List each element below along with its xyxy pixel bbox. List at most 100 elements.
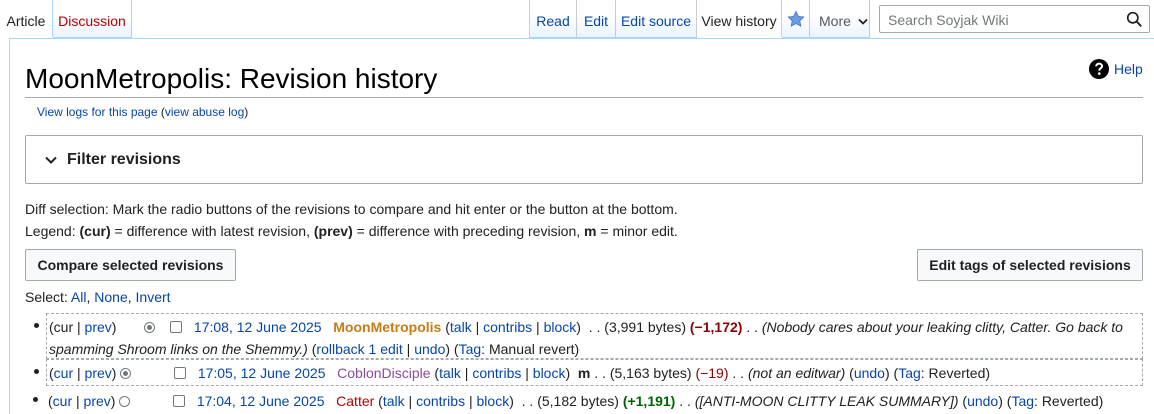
page-title: MoonMetropolis: Revision history (25, 63, 438, 94)
search-input[interactable] (886, 9, 1125, 31)
revision-timestamp-link[interactable]: 17:05, 12 June 2025 (198, 365, 326, 381)
legend-prev-desc: = difference with preceding revision, (352, 223, 585, 239)
undo-link[interactable]: undo (854, 365, 885, 381)
tag-label-link[interactable]: Tag (1011, 393, 1034, 409)
tag-label-link[interactable]: Tag (898, 365, 921, 381)
sep: , (127, 289, 136, 305)
minor-edit-marker: m (577, 365, 591, 381)
revision-timestamp-link[interactable]: 17:04, 12 June 2025 (197, 393, 325, 409)
tag-value: Manual revert (488, 341, 575, 357)
edit-tags-button[interactable]: Edit tags of selected revisions (917, 249, 1143, 281)
watch-star-button[interactable] (782, 0, 810, 37)
tab-article-label: Article (6, 13, 46, 29)
user-contribs-link[interactable]: contribs (483, 319, 532, 335)
cur-link[interactable]: cur (53, 393, 72, 409)
view-abuse-log-link[interactable]: view abuse log (165, 105, 244, 119)
edit-summary: (not an editwar) (747, 365, 846, 381)
legend-prev: (prev) (313, 223, 353, 239)
legend-prefix: Legend: (25, 223, 80, 239)
legend-cur: (cur) (79, 223, 111, 239)
size-diff: (+1,191) (622, 393, 676, 409)
new-revision-radio[interactable] (120, 368, 132, 379)
logs-line: View logs for this page (view abuse log) (37, 105, 248, 119)
size-diff: (−1,172) (689, 319, 743, 335)
help-label: Help (1114, 61, 1143, 77)
user-talk-link[interactable]: talk (439, 365, 461, 381)
size-diff: (−19) (695, 365, 729, 381)
user-link[interactable]: CoblonDisciple (337, 365, 430, 381)
user-contribs-link[interactable]: contribs (472, 365, 521, 381)
revision-timestamp-link[interactable]: 17:08, 12 June 2025 (194, 319, 322, 335)
user-talk-link[interactable]: talk (383, 393, 405, 409)
prev-link[interactable]: prev (85, 319, 112, 335)
tab-read[interactable]: Read (529, 0, 577, 37)
tab-article[interactable]: Article (0, 0, 53, 37)
tab-edit-label: Edit (583, 13, 609, 29)
select-label: Select: (25, 289, 71, 305)
list-bullet (33, 397, 38, 402)
prev-link[interactable]: prev (85, 365, 112, 381)
user-link[interactable]: Catter (336, 393, 374, 409)
tag-value: Reverted (1041, 393, 1099, 409)
chevron-down-icon (45, 156, 57, 164)
more-menu-label: More (819, 13, 851, 29)
new-revision-radio[interactable] (119, 396, 131, 407)
compare-revisions-button[interactable]: Compare selected revisions (25, 249, 236, 281)
old-revision-radio[interactable] (143, 322, 155, 333)
undo-link[interactable]: undo (414, 341, 445, 357)
revision-size: (5,182 bytes) (537, 393, 619, 409)
help-icon (1089, 59, 1109, 79)
revision-row: (cur | prev) 17:08, 12 June 2025 MoonMet… (34, 313, 1143, 359)
top-tab-bar: Article Discussion Read Edit Edit source… (0, 0, 1154, 38)
more-menu[interactable]: More (810, 0, 870, 37)
tab-edit-source[interactable]: Edit source (616, 0, 697, 37)
revision-checkbox[interactable] (173, 395, 186, 407)
select-line: Select: All, None, Invert (25, 289, 171, 305)
tab-view-history-label: View history (701, 13, 777, 29)
user-link[interactable]: MoonMetropolis (333, 319, 441, 335)
diff-selection-text: Diff selection: Mark the radio buttons o… (25, 201, 678, 217)
edit-summary: ([ANTI-MOON CLITTY LEAK SUMMARY]) (694, 393, 959, 409)
tab-view-history[interactable]: View history (697, 0, 782, 37)
revision-size: (5,163 bytes) (609, 365, 692, 381)
search-icon[interactable] (1126, 11, 1143, 28)
star-icon (786, 10, 805, 27)
select-none-link[interactable]: None (94, 289, 127, 305)
legend-minor-desc: = minor edit. (596, 223, 678, 239)
rollback-link[interactable]: rollback 1 edit (316, 341, 402, 357)
tab-discussion-label: Discussion (58, 13, 126, 29)
revision-checkbox[interactable] (170, 321, 183, 333)
cur-text: cur (53, 319, 74, 335)
tab-read-label: Read (536, 13, 570, 29)
undo-link[interactable]: undo (967, 393, 998, 409)
user-block-link[interactable]: block (544, 319, 577, 335)
tab-discussion[interactable]: Discussion (53, 0, 132, 37)
select-invert-link[interactable]: Invert (136, 289, 171, 305)
title-divider (25, 97, 1143, 98)
select-all-link[interactable]: All (71, 289, 87, 305)
filter-revisions-label: Filter revisions (67, 151, 181, 168)
user-block-link[interactable]: block (477, 393, 510, 409)
revision-row: (cur | prev) 17:05, 12 June 2025 CoblonD… (34, 359, 1143, 386)
view-logs-link[interactable]: View logs for this page (37, 105, 158, 119)
filter-revisions-panel[interactable]: Filter revisions (25, 135, 1143, 184)
tag-label-link[interactable]: Tag (459, 341, 482, 357)
user-talk-link[interactable]: talk (450, 319, 472, 335)
user-contribs-link[interactable]: contribs (416, 393, 465, 409)
revision-checkbox[interactable] (174, 367, 187, 379)
legend-minor: m (584, 223, 597, 239)
tab-edit-source-label: Edit source (620, 13, 692, 29)
legend-cur-desc: = difference with latest revision, (110, 223, 314, 239)
list-bullet (34, 323, 39, 328)
cur-link[interactable]: cur (54, 365, 73, 381)
legend: Legend: (cur) = difference with latest r… (25, 223, 678, 239)
paren-close: ) (244, 105, 249, 119)
list-bullet (34, 369, 39, 374)
chevron-down-icon (858, 18, 868, 25)
tab-edit[interactable]: Edit (577, 0, 616, 37)
search-box (879, 5, 1150, 33)
user-block-link[interactable]: block (533, 365, 566, 381)
prev-link[interactable]: prev (84, 393, 111, 409)
tag-value: Reverted (928, 365, 986, 381)
revision-size: (3,991 bytes) (604, 319, 686, 335)
